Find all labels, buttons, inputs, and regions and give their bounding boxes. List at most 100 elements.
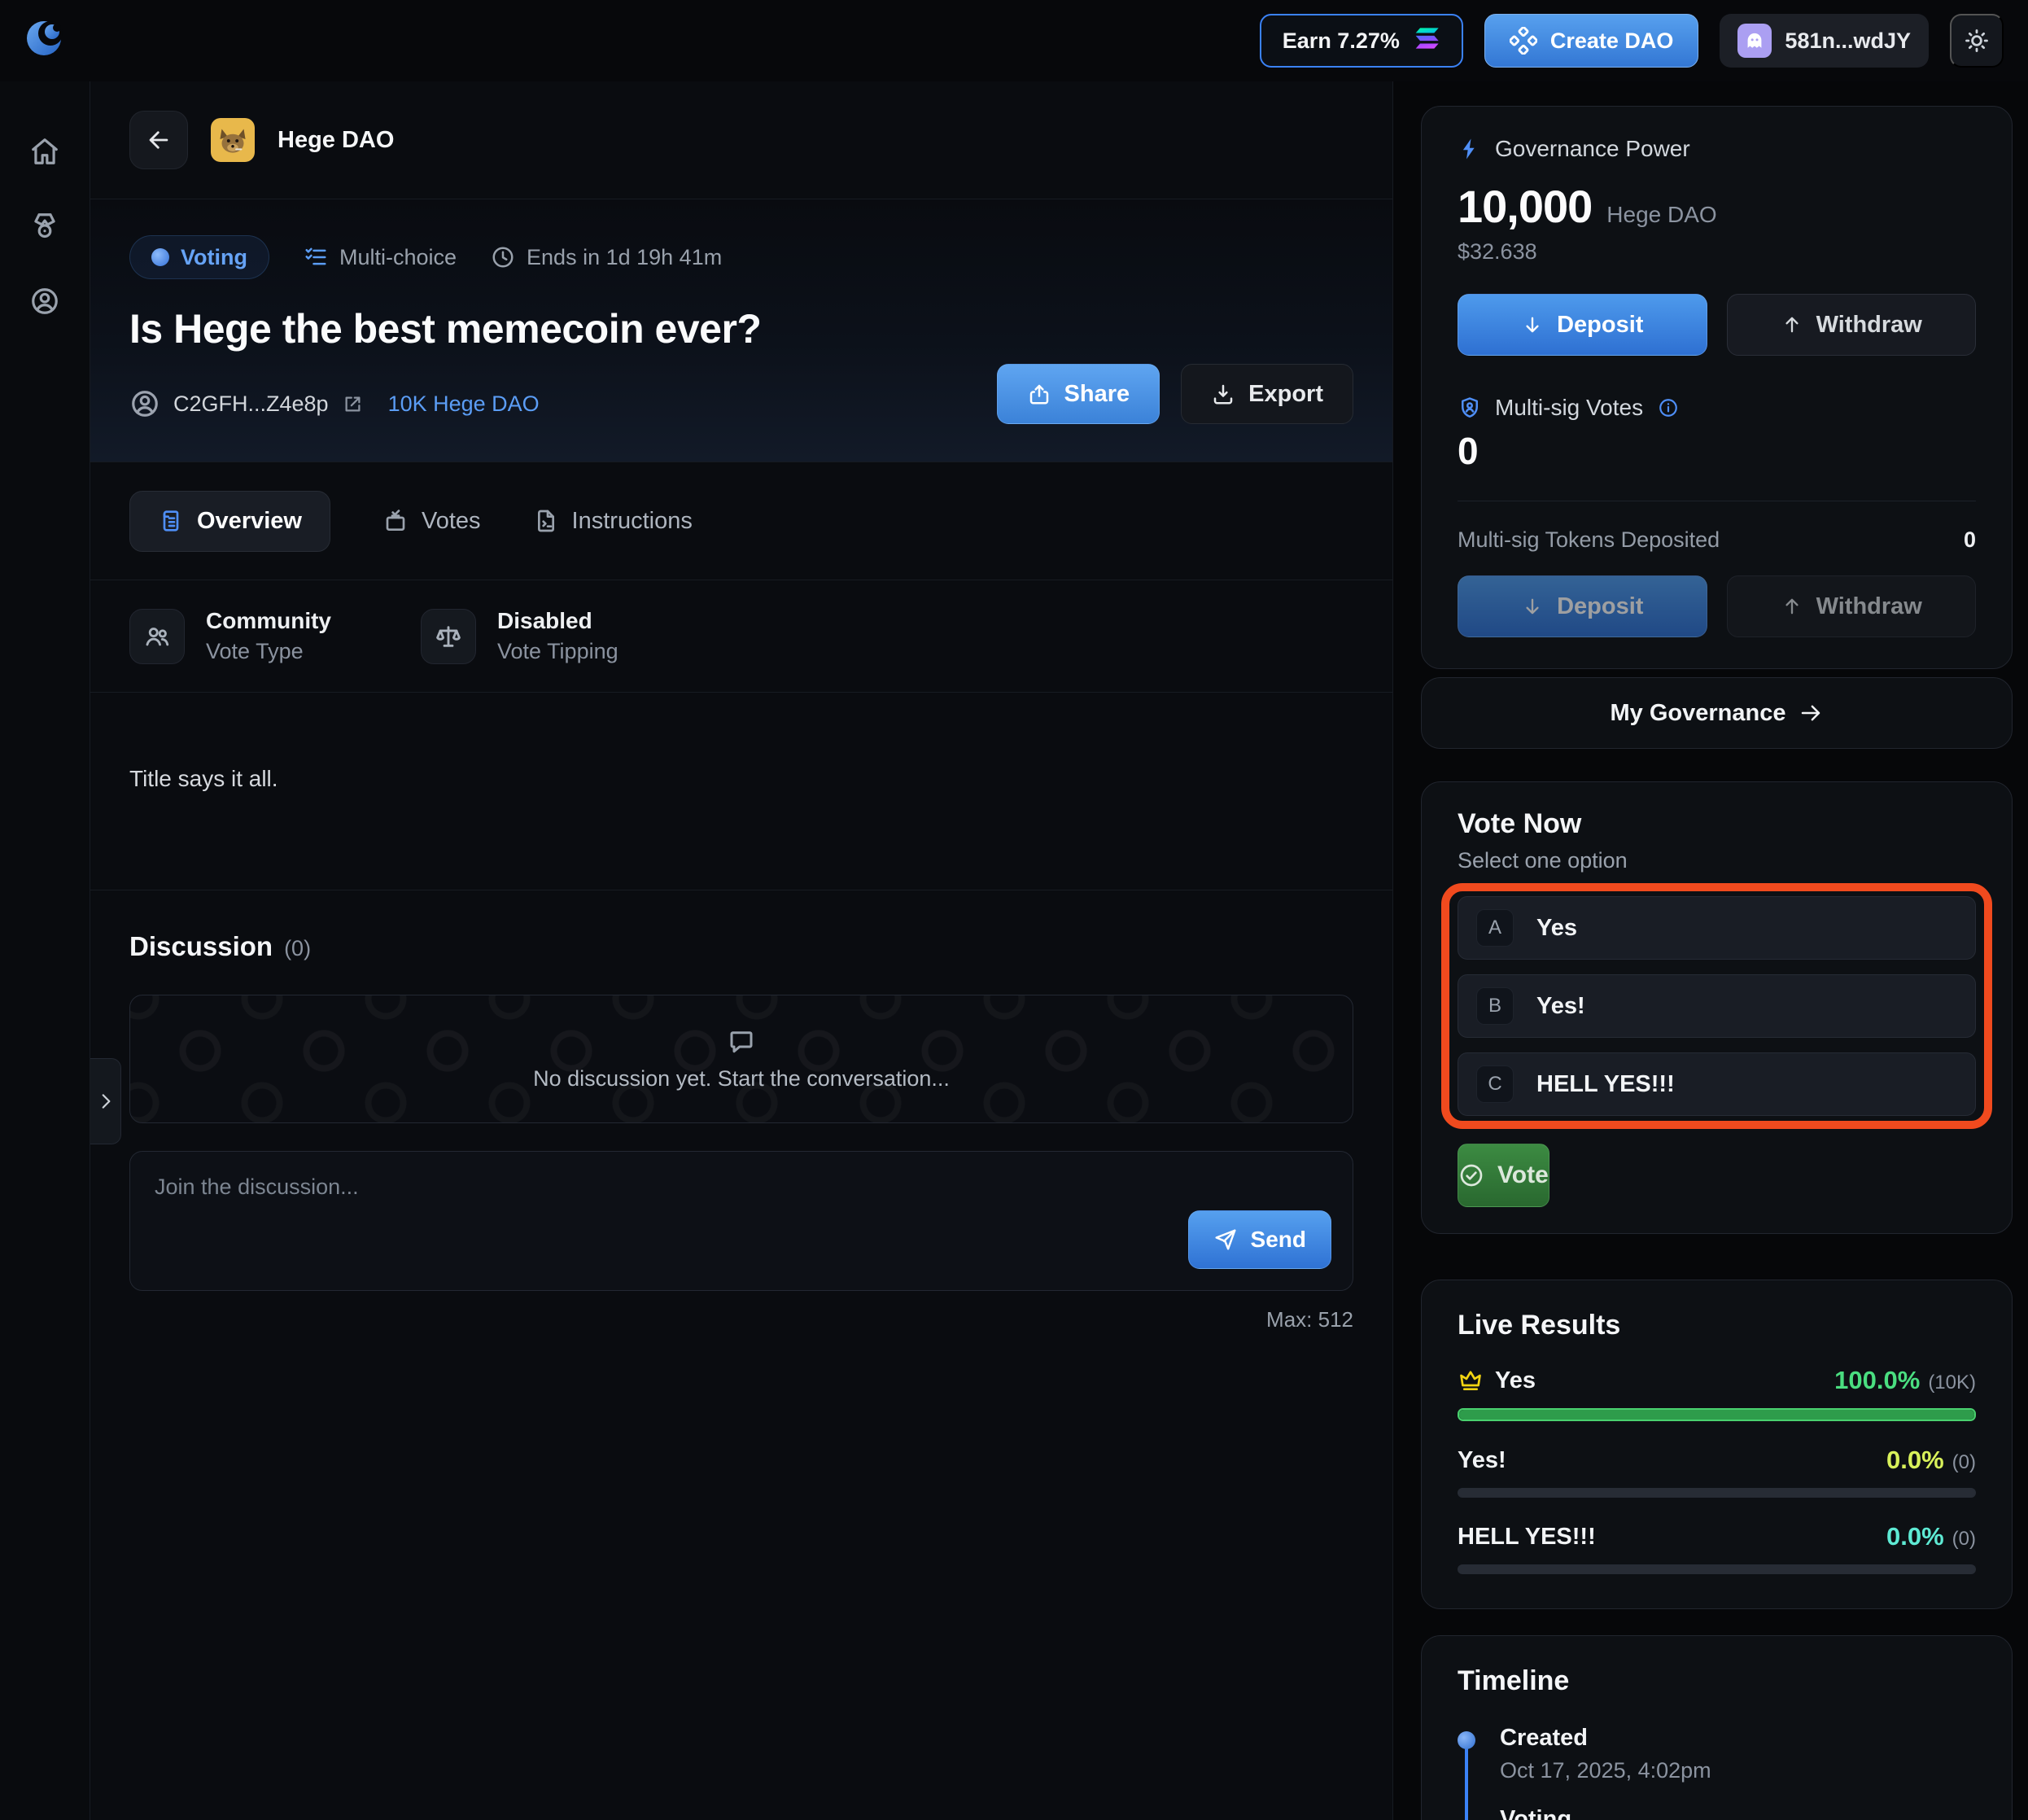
discussion-input[interactable] — [155, 1175, 953, 1267]
vote-now-subtitle: Select one option — [1458, 848, 1976, 873]
profile-nav-button[interactable] — [27, 283, 63, 319]
author-avatar-icon — [129, 388, 160, 419]
live-results-heading: Live Results — [1458, 1310, 1976, 1341]
breadcrumb: Hege DAO — [90, 81, 1392, 199]
vote-tipping-value: Disabled — [497, 608, 618, 634]
multisig-deposit-button[interactable]: Deposit — [1458, 575, 1707, 637]
earn-label: Earn 7.27% — [1283, 28, 1400, 54]
result-label: Yes! — [1458, 1447, 1506, 1474]
share-icon — [1027, 382, 1051, 406]
realms-logo-icon[interactable] — [24, 19, 63, 63]
governance-power-heading: Governance Power — [1495, 136, 1690, 162]
governance-power-card: Governance Power 10,000 Hege DAO $32.638… — [1421, 106, 2013, 669]
discussion-input-box: Send — [129, 1151, 1353, 1291]
tab-overview[interactable]: Overview — [129, 491, 330, 552]
deposit-label: Deposit — [1557, 312, 1643, 339]
export-button[interactable]: Export — [1181, 364, 1353, 424]
dao-avatar[interactable] — [211, 118, 255, 162]
vote-now-card: Vote Now Select one option A Yes B Yes! … — [1421, 781, 2013, 1234]
vote-button-label: Vote — [1497, 1162, 1549, 1189]
vote-option-c[interactable]: C HELL YES!!! — [1458, 1052, 1976, 1116]
wallet-button[interactable]: 581n...wdJY — [1720, 14, 1929, 68]
create-dao-button[interactable]: Create DAO — [1484, 14, 1699, 68]
timeline-event-voting: Voting Oct 17, 2025, 4:02pm — [1500, 1806, 1976, 1820]
option-key-badge: A — [1476, 909, 1514, 947]
topbar: Earn 7.27% — [0, 0, 2028, 81]
multisig-withdraw-button[interactable]: Withdraw — [1727, 575, 1977, 637]
proposal-header: Voting Multi-choice — [90, 199, 1392, 462]
governance-usd-value: $32.638 — [1458, 239, 1976, 265]
home-icon — [29, 136, 60, 167]
home-nav-button[interactable] — [27, 133, 63, 169]
check-circle-icon — [1458, 1162, 1484, 1188]
result-bar — [1458, 1488, 1976, 1498]
bolt-icon — [1458, 137, 1482, 161]
vote-tipping-label: Vote Tipping — [497, 639, 618, 664]
shield-icon — [1458, 396, 1482, 420]
tab-bar: Overview Votes — [90, 462, 1392, 580]
arrow-down-icon — [1521, 595, 1544, 618]
vote-option-a[interactable]: A Yes — [1458, 896, 1976, 960]
tab-votes[interactable]: Votes — [382, 508, 481, 535]
author-address[interactable]: C2GFH...Z4e8p — [173, 392, 329, 417]
multisig-tokens-value: 0 — [1964, 527, 1976, 553]
right-sidebar: Governance Power 10,000 Hege DAO $32.638… — [1393, 81, 2028, 1820]
proposal-title: Is Hege the best memecoin ever? — [129, 305, 1353, 352]
dao-token-link[interactable]: 10K Hege DAO — [388, 392, 540, 417]
clock-icon — [491, 245, 515, 269]
arrow-down-icon — [1521, 313, 1544, 336]
share-button[interactable]: Share — [997, 364, 1160, 424]
create-dao-label: Create DAO — [1550, 28, 1674, 54]
result-label: Yes — [1495, 1367, 1536, 1394]
option-label: Yes! — [1536, 993, 1585, 1020]
external-link-icon[interactable] — [342, 393, 364, 415]
proposal-actions: Share Export — [997, 364, 1353, 424]
multisig-votes-label: Multi-sig Votes — [1495, 395, 1643, 421]
option-label: HELL YES!!! — [1536, 1071, 1675, 1098]
back-button[interactable] — [129, 111, 188, 169]
sun-icon — [1963, 27, 1991, 55]
deposit-button[interactable]: Deposit — [1458, 294, 1707, 356]
info-icon[interactable] — [1658, 397, 1679, 418]
vote-type-label: Vote Type — [206, 639, 331, 664]
vote-option-b[interactable]: B Yes! — [1458, 974, 1976, 1038]
sidebar-expander[interactable] — [90, 1058, 121, 1144]
proposal-meta-row: Community Vote Type Disabled Vote Tippin… — [90, 580, 1392, 693]
timeline-event-date: Oct 17, 2025, 4:02pm — [1500, 1758, 1976, 1783]
timeline-event-created: Created Oct 17, 2025, 4:02pm — [1500, 1725, 1976, 1783]
solana-icon — [1413, 27, 1440, 55]
people-icon — [129, 609, 185, 664]
vote-button[interactable]: Vote — [1458, 1144, 1549, 1207]
theme-toggle-button[interactable] — [1950, 14, 2004, 68]
max-chars-note: Max: 512 — [129, 1307, 1353, 1332]
status-badge: Voting — [129, 235, 269, 279]
option-label: Yes — [1536, 915, 1577, 942]
my-governance-link[interactable]: My Governance — [1421, 677, 2013, 749]
result-bar — [1458, 1564, 1976, 1574]
ends-label: Ends in 1d 19h 41m — [527, 245, 722, 270]
scales-icon — [421, 609, 476, 664]
send-button[interactable]: Send — [1188, 1210, 1331, 1269]
option-key-badge: C — [1476, 1065, 1514, 1103]
proposal-type-label: Multi-choice — [339, 245, 457, 270]
withdraw-button[interactable]: Withdraw — [1727, 294, 1977, 356]
main-content: Hege DAO Voting Multi-choice — [90, 81, 1393, 1820]
rewards-nav-button[interactable] — [27, 208, 63, 244]
vote-now-heading: Vote Now — [1458, 808, 1976, 840]
result-row: HELL YES!!! 0.0% (0) — [1458, 1522, 1976, 1574]
vote-type-value: Community — [206, 608, 331, 634]
arrow-right-icon — [1799, 701, 1823, 725]
app-shell: Hege DAO Voting Multi-choice — [0, 81, 2028, 1820]
deposit-label: Deposit — [1557, 593, 1643, 620]
crown-icon — [1458, 1367, 1484, 1393]
result-row: Yes! 0.0% (0) — [1458, 1446, 1976, 1498]
vote-tipping-item: Disabled Vote Tipping — [421, 608, 618, 664]
scroll-icon — [158, 508, 184, 534]
earn-button[interactable]: Earn 7.27% — [1260, 14, 1463, 68]
timeline-dot-icon — [1458, 1731, 1475, 1749]
ends-badge: Ends in 1d 19h 41m — [491, 245, 722, 270]
chat-bubble-icon — [727, 1027, 756, 1057]
vote-options: A Yes B Yes! C HELL YES!!! — [1458, 896, 1976, 1116]
tab-instructions[interactable]: Instructions — [533, 508, 693, 535]
checklist-icon — [304, 245, 328, 269]
